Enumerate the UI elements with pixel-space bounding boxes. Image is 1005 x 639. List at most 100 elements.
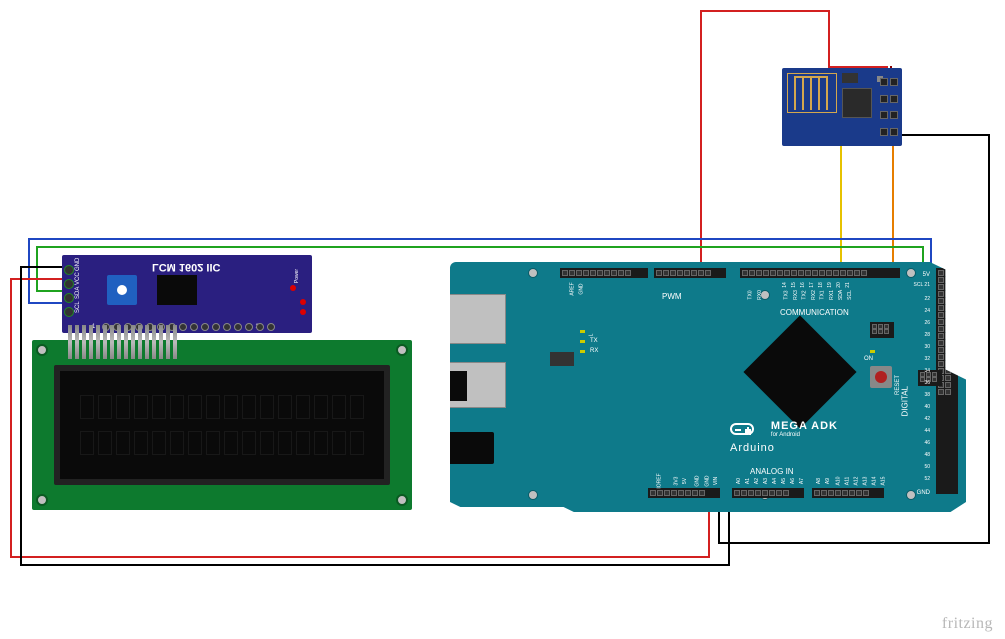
lcd-16x2-module [32,340,412,510]
lbl-p21: 21 [845,282,851,288]
arduino-mega-adk: PWM COMMUNICATION ANALOG IN DIGITAL AREF… [450,262,966,512]
lbl-d36: 36 [924,380,930,386]
led-l [580,330,585,333]
lbl-a9: A9 [825,478,831,484]
esp-pin-header [880,78,900,136]
lcd-mounting-hole [396,494,408,506]
mega-mounting-hole [528,268,538,278]
lbl-d34: 34 [924,368,930,374]
header-analog-b [812,488,884,498]
contrast-potentiometer [107,275,137,305]
lbl-d38: 38 [924,392,930,398]
dc-power-jack [446,432,494,464]
header-top-left [560,268,648,278]
lbl-gnd2: GND [705,475,711,486]
header-comm [740,268,900,278]
lbl-d46: 46 [924,440,930,446]
led-on [870,350,875,353]
lbl-p18: 18 [818,282,824,288]
wire-gnd-bottom [20,564,730,566]
arduino-logo: MEGA ADK for Android [730,420,838,438]
lbl-tx2: TX2 [802,290,808,299]
atmega2560-chip [743,315,856,428]
lbl-d28: 28 [924,332,930,338]
pin-sda [64,293,74,303]
lcd-mounting-hole [36,344,48,356]
lbl-aref: AREF [570,282,576,295]
fritzing-watermark: fritzing [942,615,993,633]
lbl-a7: A7 [799,478,805,484]
icsp-header-2 [918,370,942,386]
lbl-tx: TX [590,338,598,344]
fritzing-canvas: LCM 1602 IIC Power GND VCC SDA SCL 1 16 [0,0,1005,639]
wire-3v3-top [700,10,830,12]
wire-gnd-bp-h [20,266,68,268]
wire-gnd-left [20,266,22,566]
lbl-comm: COMMUNICATION [780,308,849,317]
lbl-rx: RX [590,348,598,354]
lbl-scl: SCL [847,290,853,300]
lbl-ioref: IOREF [657,473,663,488]
lbl-d44: 44 [924,428,930,434]
lbl-tx3: TX3 [784,290,790,299]
power-led-label: Power [294,269,300,283]
lbl-a1: A1 [745,478,751,484]
wire-sda-top [36,246,924,248]
lcd-row-1 [80,431,364,455]
wire-sda-left [36,246,38,292]
lbl-gnd-top: GND [579,283,585,294]
mega-mounting-hole [906,490,916,500]
esp-flash-chip [842,73,858,83]
led-jumper [300,299,306,317]
pin-vcc [64,279,74,289]
lbl-d24: 24 [924,308,930,314]
lbl-vcc: VCC [75,272,81,285]
lbl-a5: A5 [781,478,787,484]
lbl-d32: 32 [924,356,930,362]
lcd-row-0 [80,395,364,419]
lbl-scl: SCL [75,301,81,313]
model-label: MEGA ADK [771,420,838,432]
lcd-bezel [54,365,390,485]
lbl-tx1: TX1 [820,290,826,299]
lbl-d50: 50 [924,464,930,470]
esp-antenna [787,73,837,113]
lbl-rx1: RX1 [829,290,835,300]
lbl-pwm: PWM [662,292,682,301]
led-rx [580,350,585,353]
wire-esp-gnd-h [900,134,990,136]
wire-scl-left [28,238,30,304]
lbl-reset: RESET [895,375,901,395]
pin-scl [64,307,74,317]
lbl-l: L [588,334,594,337]
infinity-icon [730,423,754,435]
usb-a-host-port [446,362,506,408]
esp-soc [842,88,872,118]
header-pwm [654,268,726,278]
lbl-a3: A3 [763,478,769,484]
lbl-a12: A12 [853,477,859,486]
lbl-analog: ANALOG IN [750,467,794,476]
wire-esp-gnd-b [718,542,990,544]
mega-mounting-hole [528,490,538,500]
wire-esp-gnd-v [988,134,990,544]
reset-button [870,366,892,388]
lbl-d48: 48 [924,452,930,458]
lbl-scl2: SCL 21 [914,282,931,288]
wire-vcc-bp-h [10,278,68,280]
lbl-digital: DIGITAL [901,386,910,417]
lbl-gnd-r: GND [917,490,930,496]
pin-gnd [64,265,74,275]
lbl-rx2: RX2 [811,290,817,300]
lbl-d22: 22 [924,296,930,302]
lbl-vin: VIN [713,477,719,485]
header-analog-a [732,488,804,498]
lcd-mounting-hole [396,344,408,356]
lbl-d52: 52 [924,476,930,482]
lbl-p16: 16 [800,282,806,288]
lbl-3v3: 3V3 [673,477,679,486]
lbl-rx3: RX3 [793,290,799,300]
wire-vcc-left [10,278,12,558]
lbl-p19: 19 [827,282,833,288]
lbl-p14: 14 [782,282,788,288]
